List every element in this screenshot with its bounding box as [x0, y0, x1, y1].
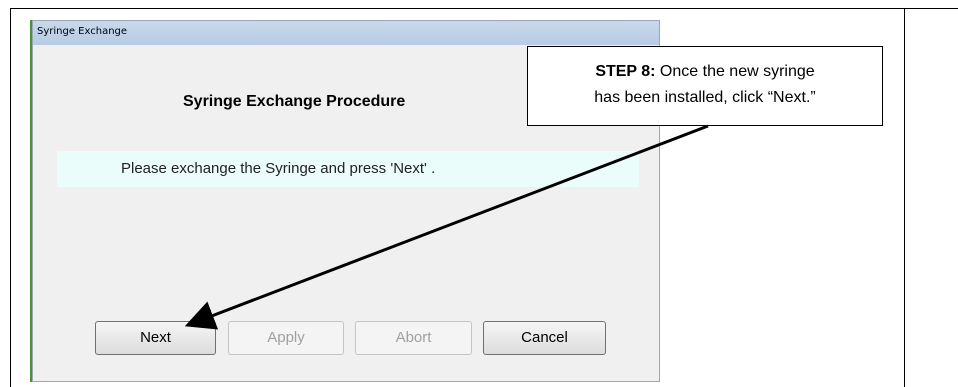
callout-line-2: has been installed, click “Next.”: [594, 89, 816, 106]
step-label: STEP 8:: [595, 63, 656, 80]
instruction-panel: Please exchange the Syringe and press 'N…: [57, 151, 639, 187]
callout-line-1-text: Once the new syringe: [655, 63, 815, 80]
document-frame-right: [904, 8, 905, 387]
window-title: Syringe Exchange: [37, 26, 128, 37]
instruction-message: Please exchange the Syringe and press 'N…: [121, 160, 436, 177]
callout-line-1: STEP 8: Once the new syringe: [528, 59, 882, 85]
apply-button[interactable]: Apply: [228, 321, 344, 355]
abort-button[interactable]: Abort: [355, 321, 472, 355]
document-frame-left: [10, 8, 11, 387]
procedure-heading: Syringe Exchange Procedure: [183, 93, 406, 110]
cancel-button[interactable]: Cancel: [483, 321, 606, 355]
title-bar[interactable]: Syringe Exchange: [33, 21, 659, 45]
step-callout: STEP 8: Once the new syringe has been in…: [527, 46, 883, 126]
next-button[interactable]: Next: [95, 321, 216, 355]
document-frame-top: [10, 8, 958, 9]
